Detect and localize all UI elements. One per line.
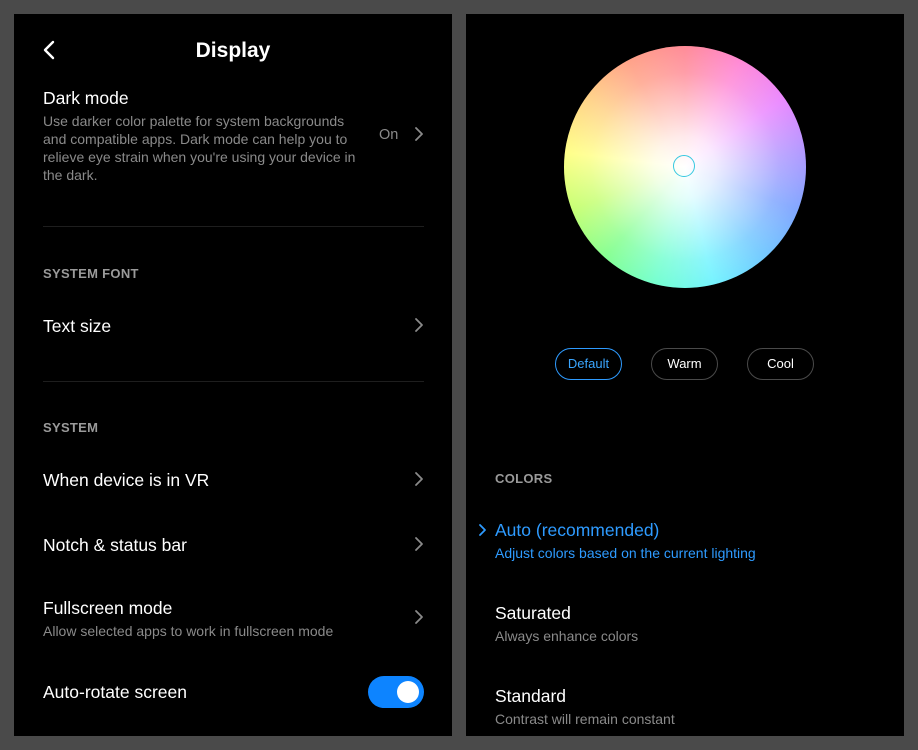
- chevron-right-icon: [415, 537, 423, 551]
- color-option-auto[interactable]: Auto (recommended) Adjust colors based o…: [466, 516, 904, 566]
- color-wheel-cursor[interactable]: [673, 155, 695, 177]
- saturated-description: Always enhance colors: [495, 628, 639, 644]
- chevron-right-icon: [415, 472, 423, 486]
- dark-mode-title: Dark mode: [43, 88, 129, 108]
- text-size-row[interactable]: Text size: [14, 306, 452, 346]
- dark-mode-row[interactable]: Dark mode Use darker color palette for s…: [14, 84, 452, 194]
- saturated-title: Saturated: [495, 603, 571, 623]
- preset-warm-button[interactable]: Warm: [651, 348, 718, 380]
- auto-description: Adjust colors based on the current light…: [495, 545, 756, 561]
- vr-row[interactable]: When device is in VR: [14, 460, 452, 500]
- page-title: Display: [195, 39, 271, 62]
- standard-description: Contrast will remain constant: [495, 711, 675, 727]
- color-scheme-panel: Default Warm Cool COLORS Auto (recommend…: [466, 14, 904, 736]
- fullscreen-title: Fullscreen mode: [43, 598, 173, 618]
- divider: [43, 226, 424, 227]
- chevron-right-icon: [415, 318, 423, 332]
- text-size-title: Text size: [43, 316, 112, 336]
- chevron-right-icon: [415, 127, 423, 141]
- fullscreen-description: Allow selected apps to work in fullscree…: [43, 623, 334, 639]
- notch-title: Notch & status bar: [43, 535, 187, 555]
- color-option-standard[interactable]: Standard Contrast will remain constant: [466, 683, 904, 733]
- display-settings-panel: Display Dark mode Use darker color palet…: [14, 14, 452, 736]
- selected-chevron-icon: [479, 524, 486, 536]
- auto-rotate-toggle[interactable]: [368, 676, 424, 708]
- chevron-right-icon: [415, 610, 423, 624]
- color-option-saturated[interactable]: Saturated Always enhance colors: [466, 600, 904, 650]
- auto-title: Auto (recommended): [495, 520, 660, 540]
- section-header-system-font: SYSTEM FONT: [43, 266, 139, 281]
- vr-title: When device is in VR: [43, 470, 210, 490]
- auto-rotate-title: Auto-rotate screen: [43, 682, 187, 702]
- section-header-system: SYSTEM: [43, 420, 99, 435]
- toggle-knob: [397, 681, 419, 703]
- divider: [43, 381, 424, 382]
- dark-mode-value: On: [379, 127, 399, 143]
- dark-mode-description: Use darker color palette for system back…: [43, 113, 356, 183]
- fullscreen-mode-row[interactable]: Fullscreen mode Allow selected apps to w…: [14, 594, 452, 644]
- section-header-colors: COLORS: [495, 471, 553, 486]
- preset-cool-button[interactable]: Cool: [747, 348, 814, 380]
- preset-default-button[interactable]: Default: [555, 348, 622, 380]
- notch-status-bar-row[interactable]: Notch & status bar: [14, 525, 452, 565]
- standard-title: Standard: [495, 686, 567, 706]
